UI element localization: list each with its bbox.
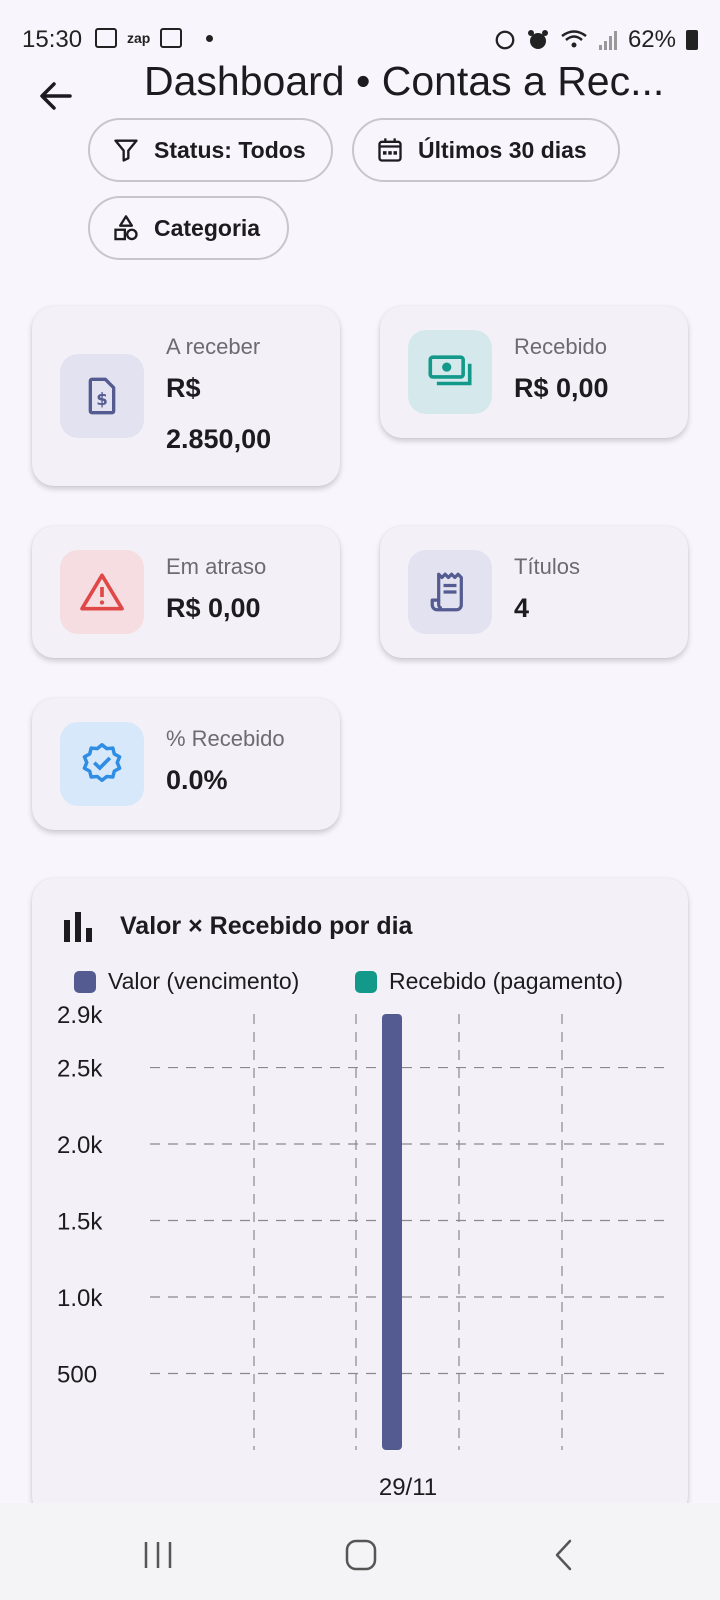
y-tick-label: 2.5k [57, 1056, 103, 1083]
y-tick-label: 2.9k [57, 1002, 103, 1029]
system-navigation-bar [0, 1503, 720, 1600]
y-tick-label: 1.0k [57, 1285, 103, 1312]
y-tick-label: 1.5k [57, 1209, 103, 1236]
y-tick-label: 500 [57, 1362, 97, 1389]
chart-plot: 500 1.0k 1.5k 2.0k 2.5k 2.9k 29/11 [57, 1002, 664, 1501]
home-button[interactable] [344, 1538, 378, 1572]
recent-apps-button[interactable] [142, 1540, 174, 1570]
back-nav-button[interactable] [552, 1538, 574, 1572]
x-tick-label: 29/11 [379, 1474, 437, 1501]
y-tick-label: 2.0k [57, 1132, 103, 1159]
bar-valor [382, 1014, 402, 1450]
